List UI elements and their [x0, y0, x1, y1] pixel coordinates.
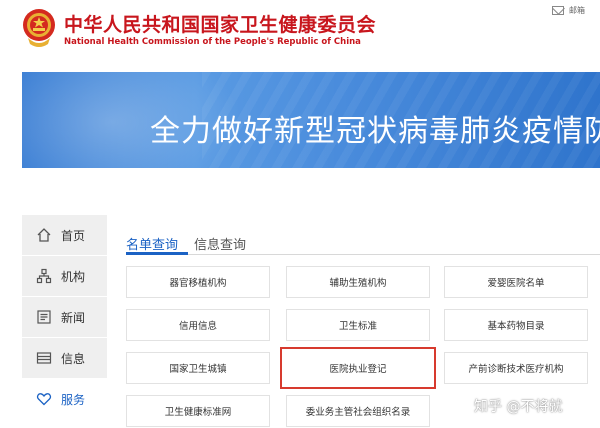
sidebar-item-home[interactable]: 首页: [22, 215, 107, 255]
link-assisted-reproduction[interactable]: 辅助生殖机构: [286, 266, 430, 298]
sidebar-item-service[interactable]: 服务: [22, 379, 107, 419]
news-icon: [37, 310, 51, 324]
sidebar-nav: 首页 机构 新闻 信息 服务: [22, 215, 107, 420]
link-credit-info[interactable]: 信用信息: [126, 309, 270, 341]
sidebar-item-news[interactable]: 新闻: [22, 297, 107, 337]
mail-icon: [552, 6, 564, 15]
sidebar-item-info[interactable]: 信息: [22, 338, 107, 378]
banner-text: 全力做好新型冠状病毒肺炎疫情防控: [150, 114, 600, 149]
link-essential-drugs[interactable]: 基本药物目录: [444, 309, 588, 341]
tab-divider: [126, 254, 600, 255]
active-tab-indicator: [126, 252, 188, 255]
sidebar-item-label: 新闻: [61, 310, 86, 325]
banner[interactable]: 全力做好新型冠状病毒肺炎疫情防控: [22, 72, 600, 168]
sidebar-item-label: 首页: [61, 228, 86, 243]
zhihu-watermark: 知乎 @不将就: [474, 399, 563, 415]
link-prenatal-diagnosis[interactable]: 产前诊断技术医疗机构: [444, 352, 588, 384]
link-social-organizations[interactable]: 委业务主管社会组织名录: [286, 395, 430, 427]
link-health-standards-site[interactable]: 卫生健康标准网: [126, 395, 270, 427]
sidebar-item-label: 信息: [61, 351, 86, 366]
national-emblem-icon: [23, 9, 55, 47]
link-organ-transplant[interactable]: 器官移植机构: [126, 266, 270, 298]
sidebar-item-org[interactable]: 机构: [22, 256, 107, 296]
sidebar-item-label: 服务: [61, 392, 86, 407]
site-header: 中华人民共和国国家卫生健康委员会 National Health Commiss…: [0, 0, 600, 72]
mail-label: 邮箱: [569, 6, 585, 15]
link-baby-friendly-hospitals[interactable]: 爱婴医院名单: [444, 266, 588, 298]
site-title-cn[interactable]: 中华人民共和国国家卫生健康委员会: [64, 10, 376, 37]
link-health-standards[interactable]: 卫生标准: [286, 309, 430, 341]
link-health-towns[interactable]: 国家卫生城镇: [126, 352, 270, 384]
org-icon: [36, 268, 52, 284]
info-icon: [36, 352, 52, 364]
sidebar-item-label: 机构: [61, 269, 86, 284]
site-title-en: National Health Commission of the People…: [64, 37, 361, 47]
heart-icon: [36, 393, 52, 406]
link-hospital-registration[interactable]: 医院执业登记: [280, 347, 436, 389]
home-icon: [37, 228, 51, 242]
mail-link[interactable]: 邮箱: [552, 5, 585, 16]
